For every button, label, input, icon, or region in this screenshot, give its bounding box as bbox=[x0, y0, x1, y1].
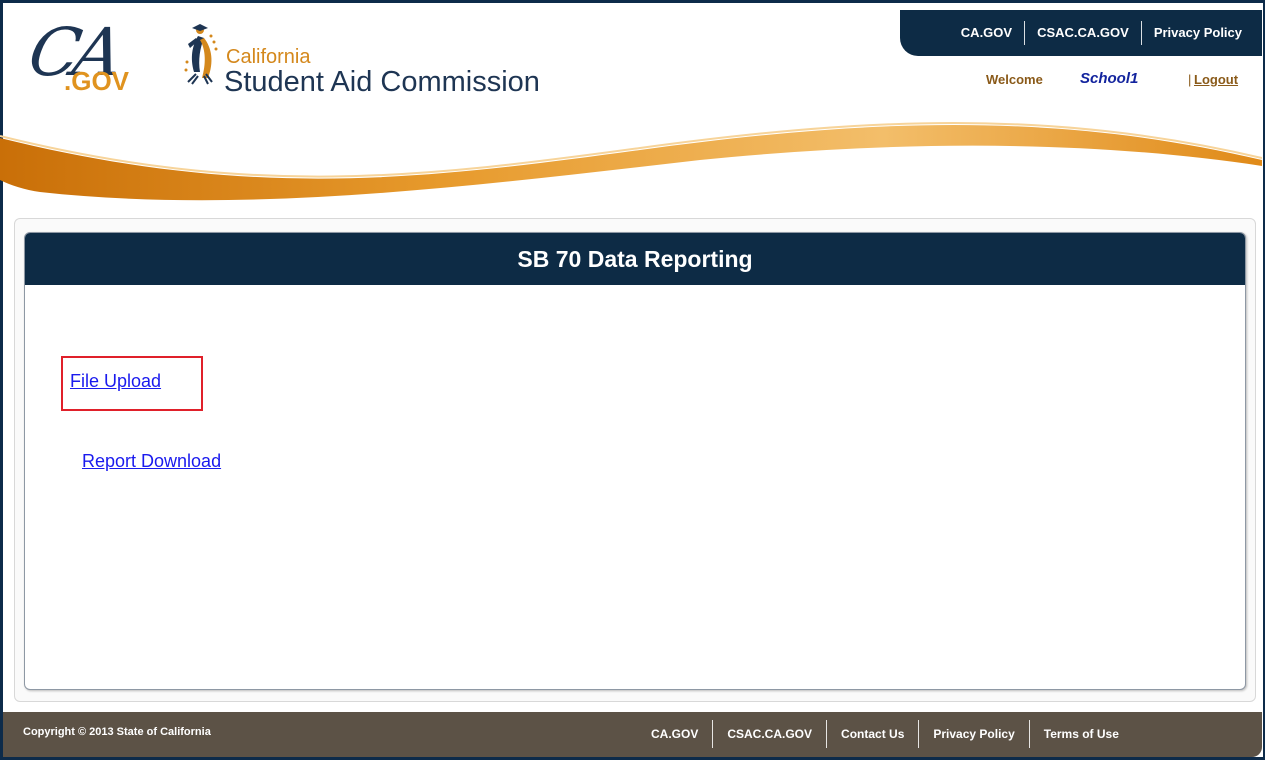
report-download-link[interactable]: Report Download bbox=[82, 451, 221, 472]
ca-logo-gov: .GOV bbox=[64, 66, 130, 96]
footer-nav-terms-of-use[interactable]: Terms of Use bbox=[1030, 727, 1133, 741]
nav-divider bbox=[1140, 21, 1142, 45]
top-nav-ca-gov[interactable]: CA.GOV bbox=[949, 21, 1024, 45]
nav-divider bbox=[1024, 21, 1026, 45]
graduate-figure-icon bbox=[184, 24, 218, 85]
footer-nav-privacy-policy[interactable]: Privacy Policy bbox=[919, 727, 1028, 741]
page-title: SB 70 Data Reporting bbox=[25, 233, 1245, 285]
file-upload-link[interactable]: File Upload bbox=[70, 371, 161, 392]
logout-link[interactable]: Logout bbox=[1194, 72, 1238, 87]
header-swoosh bbox=[0, 122, 1262, 201]
footer-nav: CA.GOV CSAC.CA.GOV Contact Us Privacy Po… bbox=[637, 719, 1133, 749]
footer-divider bbox=[826, 720, 828, 748]
top-nav-privacy-policy[interactable]: Privacy Policy bbox=[1142, 21, 1254, 45]
footer-nav-csac-ca-gov[interactable]: CSAC.CA.GOV bbox=[713, 727, 826, 741]
logout-separator: | bbox=[1188, 72, 1192, 87]
site-header: CA .GOV California Student Aid Commissio… bbox=[0, 0, 1262, 215]
welcome-label: Welcome bbox=[986, 72, 1043, 87]
content-panel: SB 70 Data Reporting File Upload Report … bbox=[24, 232, 1246, 690]
site-footer: Copyright © 2013 State of California CA.… bbox=[3, 712, 1262, 757]
csac-logo-line2: Student Aid Commission bbox=[224, 66, 540, 98]
copyright-text: Copyright © 2013 State of California bbox=[23, 726, 211, 738]
top-nav-csac-ca-gov[interactable]: CSAC.CA.GOV bbox=[1025, 21, 1141, 45]
footer-divider bbox=[1028, 720, 1030, 748]
username: School1 bbox=[1080, 70, 1139, 87]
welcome-bar: Welcome School1 | Logout bbox=[980, 70, 1250, 90]
footer-divider bbox=[918, 720, 920, 748]
footer-nav-ca-gov[interactable]: CA.GOV bbox=[637, 727, 712, 741]
top-nav: CA.GOV CSAC.CA.GOV Privacy Policy bbox=[900, 10, 1262, 56]
footer-divider bbox=[712, 720, 714, 748]
footer-nav-contact-us[interactable]: Contact Us bbox=[827, 727, 918, 741]
